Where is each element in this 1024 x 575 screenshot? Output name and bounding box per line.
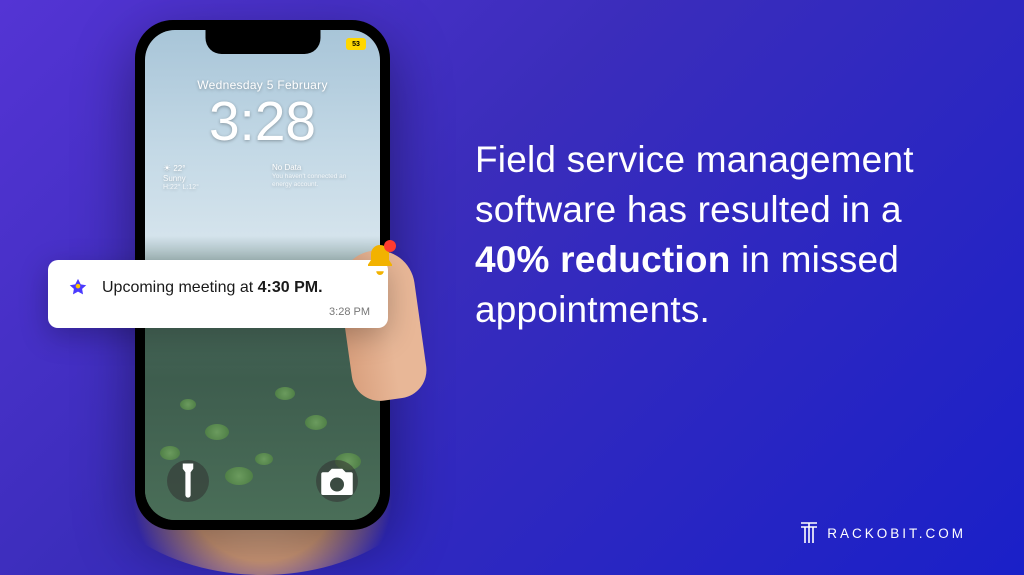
lilypad <box>275 387 295 400</box>
energy-nodata-sub: You haven't connected an energy account. <box>272 173 362 189</box>
lilypad <box>205 424 229 440</box>
brand-text: rackobit.com <box>827 526 966 541</box>
energy-nodata-title: No Data <box>272 163 362 172</box>
weather-temp: 22° <box>173 164 185 173</box>
headline-bold: 40% reduction <box>475 239 731 280</box>
lilypad <box>160 446 180 460</box>
notification-card[interactable]: Upcoming meeting at 4:30 PM. 3:28 PM <box>48 260 388 328</box>
bell-icon <box>362 242 398 278</box>
lockscreen: Wednesday 5 February 3:28 ☀ 22° Sunny H:… <box>145 78 380 191</box>
lockscreen-dock <box>145 460 380 502</box>
notification-prefix: Upcoming meeting at <box>102 279 258 296</box>
phone-notch <box>205 30 320 54</box>
brand-logo-icon <box>797 519 821 547</box>
sun-icon: ☀ <box>163 163 171 173</box>
notification-timestamp: 3:28 PM <box>66 306 370 318</box>
lockscreen-time: 3:28 <box>145 94 380 149</box>
flashlight-icon <box>167 460 209 502</box>
headline-part1: Field service management software has re… <box>475 139 914 230</box>
location-pin-icon <box>66 276 90 300</box>
notification-text: Upcoming meeting at 4:30 PM. <box>102 279 323 297</box>
notification-time-bold: 4:30 PM. <box>258 279 323 296</box>
lilypad <box>305 415 327 430</box>
bell-badge <box>384 240 396 252</box>
weather-hilow: H:22° L:12° <box>163 184 199 191</box>
weather-widget: ☀ 22° Sunny H:22° L:12° No Data You have… <box>145 149 380 191</box>
camera-icon <box>316 460 358 502</box>
headline-text: Field service management software has re… <box>475 135 965 335</box>
lilypad <box>180 399 196 410</box>
battery-badge: 53 <box>346 38 366 50</box>
brand-footer: rackobit.com <box>797 519 966 547</box>
camera-button[interactable] <box>316 460 358 502</box>
weather-condition: Sunny <box>163 174 199 183</box>
flashlight-button[interactable] <box>167 460 209 502</box>
